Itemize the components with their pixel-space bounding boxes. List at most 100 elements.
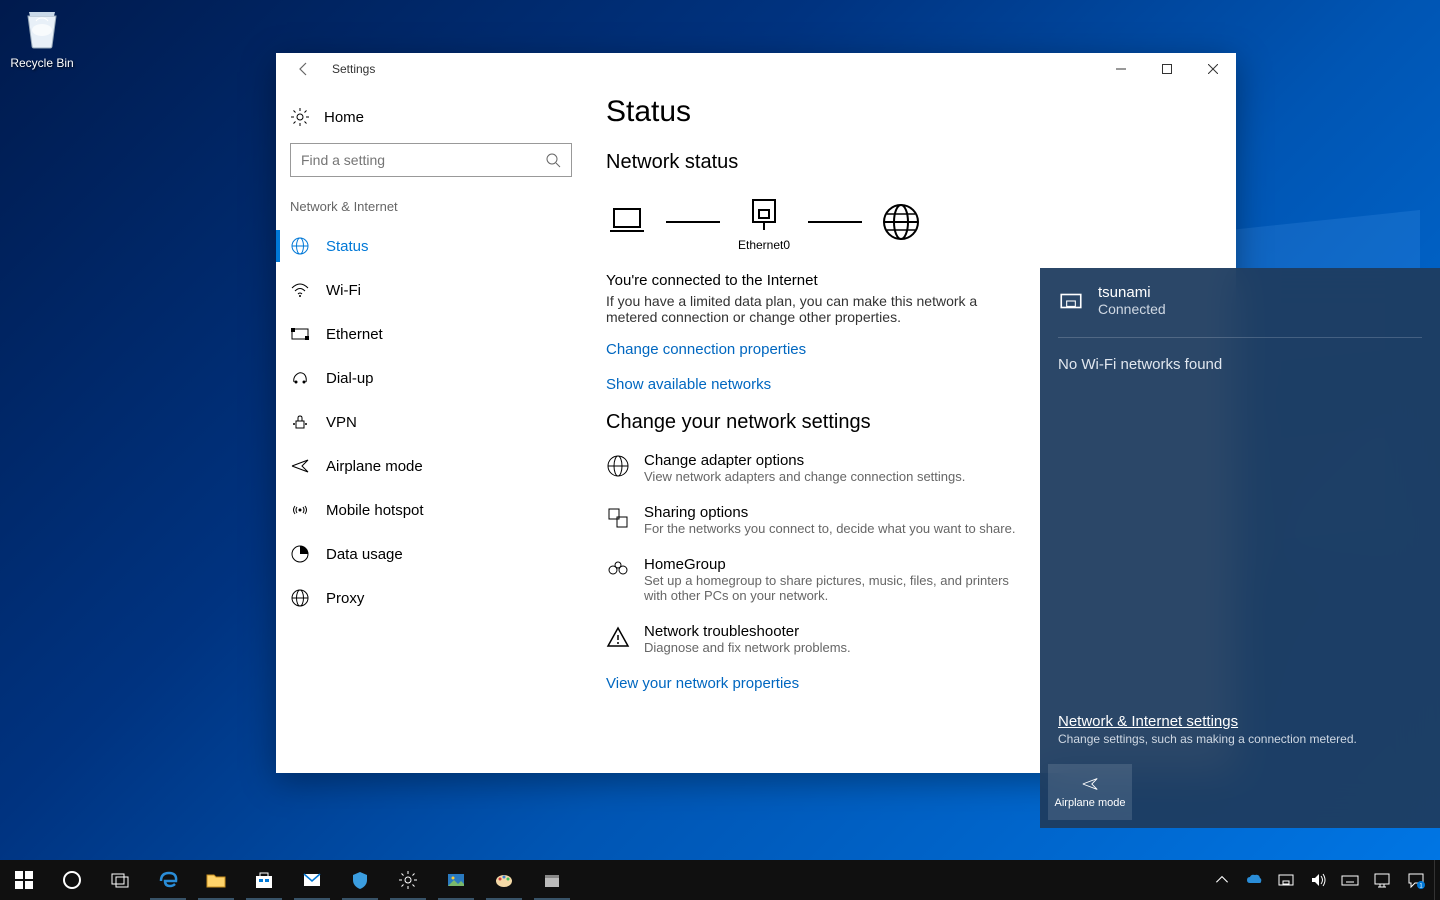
datausage-icon (290, 544, 310, 564)
row-desc: Diagnose and fix network problems. (644, 640, 851, 655)
row-title: HomeGroup (644, 556, 1026, 573)
nav-airplane[interactable]: Airplane mode (290, 444, 572, 488)
titlebar: Settings (276, 53, 1236, 85)
dialup-icon (290, 368, 310, 388)
network-tray-icon[interactable] (1270, 860, 1302, 900)
sharing-icon (606, 506, 630, 530)
connection-state: Connected (1098, 301, 1166, 317)
network-troubleshooter[interactable]: Network troubleshooterDiagnose and fix n… (606, 623, 1026, 655)
edge-button[interactable] (144, 860, 192, 900)
change-adapter-options[interactable]: Change adapter optionsView network adapt… (606, 452, 1026, 484)
keyboard-tray-icon[interactable] (1334, 860, 1366, 900)
volume-tray-icon[interactable] (1302, 860, 1334, 900)
proxy-icon (290, 588, 310, 608)
row-desc: Set up a homegroup to share pictures, mu… (644, 573, 1026, 603)
network-flyout: tsunami Connected No Wi-Fi networks foun… (1040, 268, 1440, 828)
network-settings-link[interactable]: Network & Internet settings (1058, 713, 1422, 730)
ethernet-icon (290, 324, 310, 344)
window-title: Settings (332, 62, 375, 76)
sidebar: Home Network & Internet Status Wi-Fi Eth… (276, 85, 586, 773)
maximize-button[interactable] (1144, 53, 1190, 85)
settings-taskbar-button[interactable] (384, 860, 432, 900)
nav-label: Proxy (326, 590, 364, 607)
section-heading: Network status (606, 151, 1212, 174)
nav-dialup[interactable]: Dial-up (290, 356, 572, 400)
row-title: Change adapter options (644, 452, 965, 469)
nav-vpn[interactable]: VPN (290, 400, 572, 444)
cortana-button[interactable] (48, 860, 96, 900)
airplane-mode-tile[interactable]: Airplane mode (1048, 764, 1132, 820)
row-title: Sharing options (644, 504, 1015, 521)
tile-label: Airplane mode (1055, 797, 1126, 809)
airplane-icon (1081, 775, 1099, 793)
adapter-icon (743, 192, 785, 234)
wifi-icon (290, 280, 310, 300)
nav-proxy[interactable]: Proxy (290, 576, 572, 620)
show-desktop-button[interactable] (1434, 860, 1440, 900)
current-connection[interactable]: tsunami Connected (1040, 268, 1440, 333)
minimize-button[interactable] (1098, 53, 1144, 85)
input-tray-icon[interactable] (1366, 860, 1398, 900)
adapter-options-icon (606, 454, 630, 478)
nav-label: Wi-Fi (326, 282, 361, 299)
row-desc: View network adapters and change connect… (644, 469, 965, 484)
home-button[interactable]: Home (290, 99, 572, 143)
tray-expand-button[interactable] (1206, 860, 1238, 900)
onedrive-tray-icon[interactable] (1238, 860, 1270, 900)
recycle-bin[interactable]: Recycle Bin (4, 4, 80, 70)
ethernet-icon (1058, 288, 1084, 314)
nav-label: Dial-up (326, 370, 374, 387)
vpn-icon (290, 412, 310, 432)
troubleshooter-icon (606, 625, 630, 649)
nav-wifi[interactable]: Wi-Fi (290, 268, 572, 312)
app-button[interactable] (528, 860, 576, 900)
recycle-bin-icon (18, 4, 66, 52)
close-button[interactable] (1190, 53, 1236, 85)
paint-button[interactable] (480, 860, 528, 900)
task-view-button[interactable] (96, 860, 144, 900)
internet-icon (880, 201, 922, 243)
no-wifi-message: No Wi-Fi networks found (1040, 352, 1440, 377)
photos-button[interactable] (432, 860, 480, 900)
home-label: Home (324, 109, 364, 126)
section-label: Network & Internet (290, 199, 572, 214)
nav-label: Airplane mode (326, 458, 423, 475)
nav-label: Mobile hotspot (326, 502, 424, 519)
nav-label: VPN (326, 414, 357, 431)
connected-desc: If you have a limited data plan, you can… (606, 293, 1026, 325)
connection-name: tsunami (1098, 284, 1166, 301)
nav-datausage[interactable]: Data usage (290, 532, 572, 576)
nav-label: Ethernet (326, 326, 383, 343)
divider (1058, 337, 1422, 338)
globe-icon (290, 236, 310, 256)
mail-button[interactable] (288, 860, 336, 900)
row-title: Network troubleshooter (644, 623, 851, 640)
defender-button[interactable] (336, 860, 384, 900)
file-explorer-button[interactable] (192, 860, 240, 900)
taskbar: 1 (0, 860, 1440, 900)
nav-status[interactable]: Status (290, 224, 572, 268)
nav-hotspot[interactable]: Mobile hotspot (290, 488, 572, 532)
adapter-label: Ethernet0 (738, 238, 790, 252)
network-settings-sub: Change settings, such as making a connec… (1058, 732, 1422, 746)
nav-label: Data usage (326, 546, 403, 563)
back-button[interactable] (290, 55, 318, 83)
search-field[interactable] (301, 152, 545, 168)
store-button[interactable] (240, 860, 288, 900)
action-center-button[interactable]: 1 (1398, 860, 1434, 900)
airplane-icon (290, 456, 310, 476)
nav-ethernet[interactable]: Ethernet (290, 312, 572, 356)
nav-label: Status (326, 238, 369, 255)
start-button[interactable] (0, 860, 48, 900)
gear-icon (290, 107, 310, 127)
search-icon (545, 152, 561, 168)
sharing-options[interactable]: Sharing optionsFor the networks you conn… (606, 504, 1026, 536)
laptop-icon (606, 201, 648, 243)
homegroup-icon (606, 558, 630, 582)
page-title: Status (606, 95, 1212, 129)
recycle-bin-label: Recycle Bin (10, 56, 73, 70)
homegroup[interactable]: HomeGroupSet up a homegroup to share pic… (606, 556, 1026, 603)
hotspot-icon (290, 500, 310, 520)
network-diagram: Ethernet0 (606, 192, 1212, 252)
search-input[interactable] (290, 143, 572, 177)
